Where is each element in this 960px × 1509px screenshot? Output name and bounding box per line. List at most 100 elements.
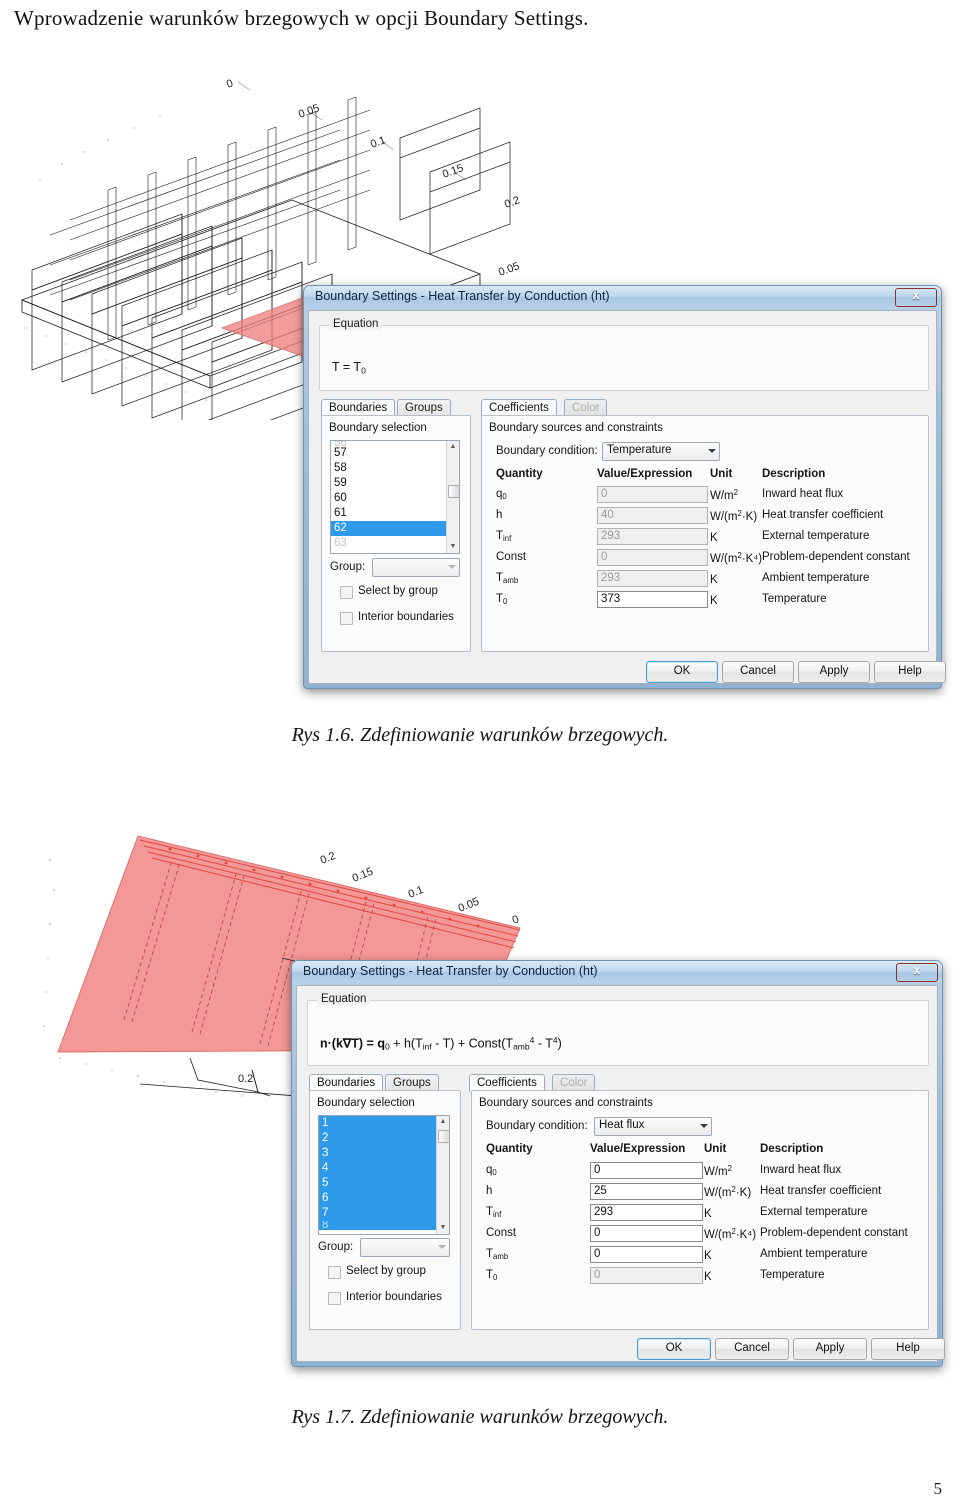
list-item-selected[interactable]: 5 xyxy=(319,1176,449,1191)
scroll-down-icon[interactable]: ▼ xyxy=(437,1222,449,1234)
row-description: Problem-dependent constant xyxy=(762,551,910,563)
select-by-group-checkbox[interactable] xyxy=(328,1266,341,1279)
row-value-input[interactable]: 40 xyxy=(597,507,708,524)
boundary-condition-dropdown[interactable]: Heat flux xyxy=(594,1117,712,1136)
row-value-input[interactable]: 0 xyxy=(590,1267,703,1284)
axis-label: 0.1 xyxy=(407,884,426,901)
row-value-input[interactable]: 0 xyxy=(597,549,708,566)
apply-button[interactable]: Apply xyxy=(793,1338,867,1360)
interior-boundaries-label: Interior boundaries xyxy=(346,1291,442,1303)
scrollbar-thumb[interactable] xyxy=(438,1130,449,1143)
list-item-selected[interactable]: 4 xyxy=(319,1161,449,1176)
list-item[interactable]: 63 xyxy=(331,536,459,551)
dialog-body: Equation T = T0 Boundaries Groups Coeffi… xyxy=(308,310,946,684)
boundary-listbox[interactable]: 56 57 58 59 60 61 62 63 ▲ ▼ xyxy=(330,440,460,554)
row-unit: W/(m2·K) xyxy=(710,509,758,523)
boundary-listbox[interactable]: 1 2 3 4 5 6 7 8 ▲ ▼ xyxy=(318,1115,450,1235)
dialog-body: Equation n·(k∇T) = q0 + h(Tinf - T) + Co… xyxy=(296,985,945,1362)
scrollbar-thumb[interactable] xyxy=(448,485,459,498)
list-item[interactable]: 58 xyxy=(331,461,459,476)
row-value-input[interactable]: 293 xyxy=(597,570,708,587)
row-value-input[interactable]: 293 xyxy=(590,1204,703,1221)
row-unit: W/m2 xyxy=(704,1164,732,1178)
row-value-input[interactable]: 0 xyxy=(597,486,708,503)
group-label: Group: xyxy=(330,561,366,573)
row-description: External temperature xyxy=(762,530,870,542)
listbox-scrollbar[interactable]: ▲ ▼ xyxy=(446,441,459,553)
row-description: Temperature xyxy=(762,593,827,605)
dialog-titlebar[interactable]: Boundary Settings - Heat Transfer by Con… xyxy=(292,961,942,983)
boundary-settings-dialog-1[interactable]: Boundary Settings - Heat Transfer by Con… xyxy=(303,285,946,689)
close-icon[interactable]: x xyxy=(895,288,937,307)
row-quantity: q0 xyxy=(486,1164,497,1178)
cancel-button[interactable]: Cancel xyxy=(715,1338,789,1360)
close-icon[interactable]: x xyxy=(896,963,938,982)
row-value-input[interactable]: 293 xyxy=(597,528,708,545)
list-item[interactable]: 60 xyxy=(331,491,459,506)
row-quantity: h xyxy=(496,509,503,521)
column-header-description: Description xyxy=(762,468,826,480)
list-item-selected[interactable]: 62 xyxy=(331,521,459,536)
chevron-down-icon xyxy=(448,565,456,569)
row-description: Inward heat flux xyxy=(760,1164,842,1176)
scroll-up-icon[interactable]: ▲ xyxy=(447,441,459,453)
row-value-input[interactable]: 0 xyxy=(590,1225,703,1242)
list-item[interactable]: 59 xyxy=(331,476,459,491)
row-quantity: Const xyxy=(486,1227,517,1239)
axis-label: 0 xyxy=(225,77,235,90)
row-description: Heat transfer coefficient xyxy=(760,1185,882,1197)
axis-label: 0.05 xyxy=(497,260,521,279)
scroll-down-icon[interactable]: ▼ xyxy=(447,541,459,553)
row-value-input[interactable]: 0 xyxy=(590,1162,703,1179)
chevron-down-icon xyxy=(708,449,716,453)
list-item-selected[interactable]: 2 xyxy=(319,1131,449,1146)
row-unit: W/(m2·K⁴) xyxy=(704,1227,757,1241)
list-item-selected[interactable]: 7 xyxy=(319,1206,449,1221)
sources-panel-title: Boundary sources and constraints xyxy=(479,1097,653,1109)
select-by-group-label: Select by group xyxy=(346,1265,426,1277)
row-quantity: h xyxy=(486,1185,493,1197)
dialog-titlebar[interactable]: Boundary Settings - Heat Transfer by Con… xyxy=(304,286,941,308)
row-value-input[interactable]: 373 xyxy=(597,591,708,608)
scroll-up-icon[interactable]: ▲ xyxy=(437,1116,449,1128)
boundary-condition-label: Boundary condition: xyxy=(496,445,598,457)
boundaries-panel: Boundary selection 56 57 58 59 60 61 62 … xyxy=(321,415,471,652)
group-dropdown[interactable] xyxy=(360,1238,450,1257)
list-item-selected[interactable]: 8 xyxy=(319,1221,449,1230)
boundary-settings-dialog-2[interactable]: Boundary Settings - Heat Transfer by Con… xyxy=(291,960,945,1367)
chevron-down-icon xyxy=(438,1245,446,1249)
list-item-selected[interactable]: 1 xyxy=(319,1116,449,1131)
listbox-scrollbar[interactable]: ▲ ▼ xyxy=(436,1116,449,1234)
interior-boundaries-checkbox[interactable] xyxy=(340,612,353,625)
column-header-value: Value/Expression xyxy=(590,1143,686,1155)
interior-boundaries-checkbox[interactable] xyxy=(328,1292,341,1305)
row-value-input[interactable]: 0 xyxy=(590,1246,703,1263)
row-description: External temperature xyxy=(760,1206,868,1218)
select-by-group-checkbox[interactable] xyxy=(340,586,353,599)
boundaries-panel: Boundary selection 1 2 3 4 5 6 7 8 ▲ ▼ G… xyxy=(309,1090,461,1330)
list-item-selected[interactable]: 6 xyxy=(319,1191,449,1206)
row-quantity: Tamb xyxy=(496,572,519,586)
cancel-button[interactable]: Cancel xyxy=(722,661,794,683)
list-item[interactable]: 57 xyxy=(331,446,459,461)
help-button[interactable]: Help xyxy=(871,1338,945,1360)
row-description: Ambient temperature xyxy=(760,1248,868,1260)
sources-panel-title: Boundary sources and constraints xyxy=(489,422,663,434)
help-button[interactable]: Help xyxy=(874,661,946,683)
list-item-selected[interactable]: 3 xyxy=(319,1146,449,1161)
row-description: Problem-dependent constant xyxy=(760,1227,908,1239)
axis-label: 0.2 xyxy=(238,1073,253,1085)
apply-button[interactable]: Apply xyxy=(798,661,870,683)
ok-button[interactable]: OK xyxy=(637,1338,711,1360)
boundary-condition-dropdown[interactable]: Temperature xyxy=(602,442,720,461)
dialog-title: Boundary Settings - Heat Transfer by Con… xyxy=(315,289,610,303)
ok-button[interactable]: OK xyxy=(646,661,718,683)
column-header-unit: Unit xyxy=(710,468,733,480)
group-dropdown[interactable] xyxy=(372,558,460,577)
row-quantity: Const xyxy=(496,551,527,563)
row-value-input[interactable]: 25 xyxy=(590,1183,703,1200)
row-quantity: T0 xyxy=(496,593,508,607)
row-unit: K xyxy=(710,573,718,586)
axis-label: 0.1 xyxy=(369,134,387,151)
list-item[interactable]: 61 xyxy=(331,506,459,521)
